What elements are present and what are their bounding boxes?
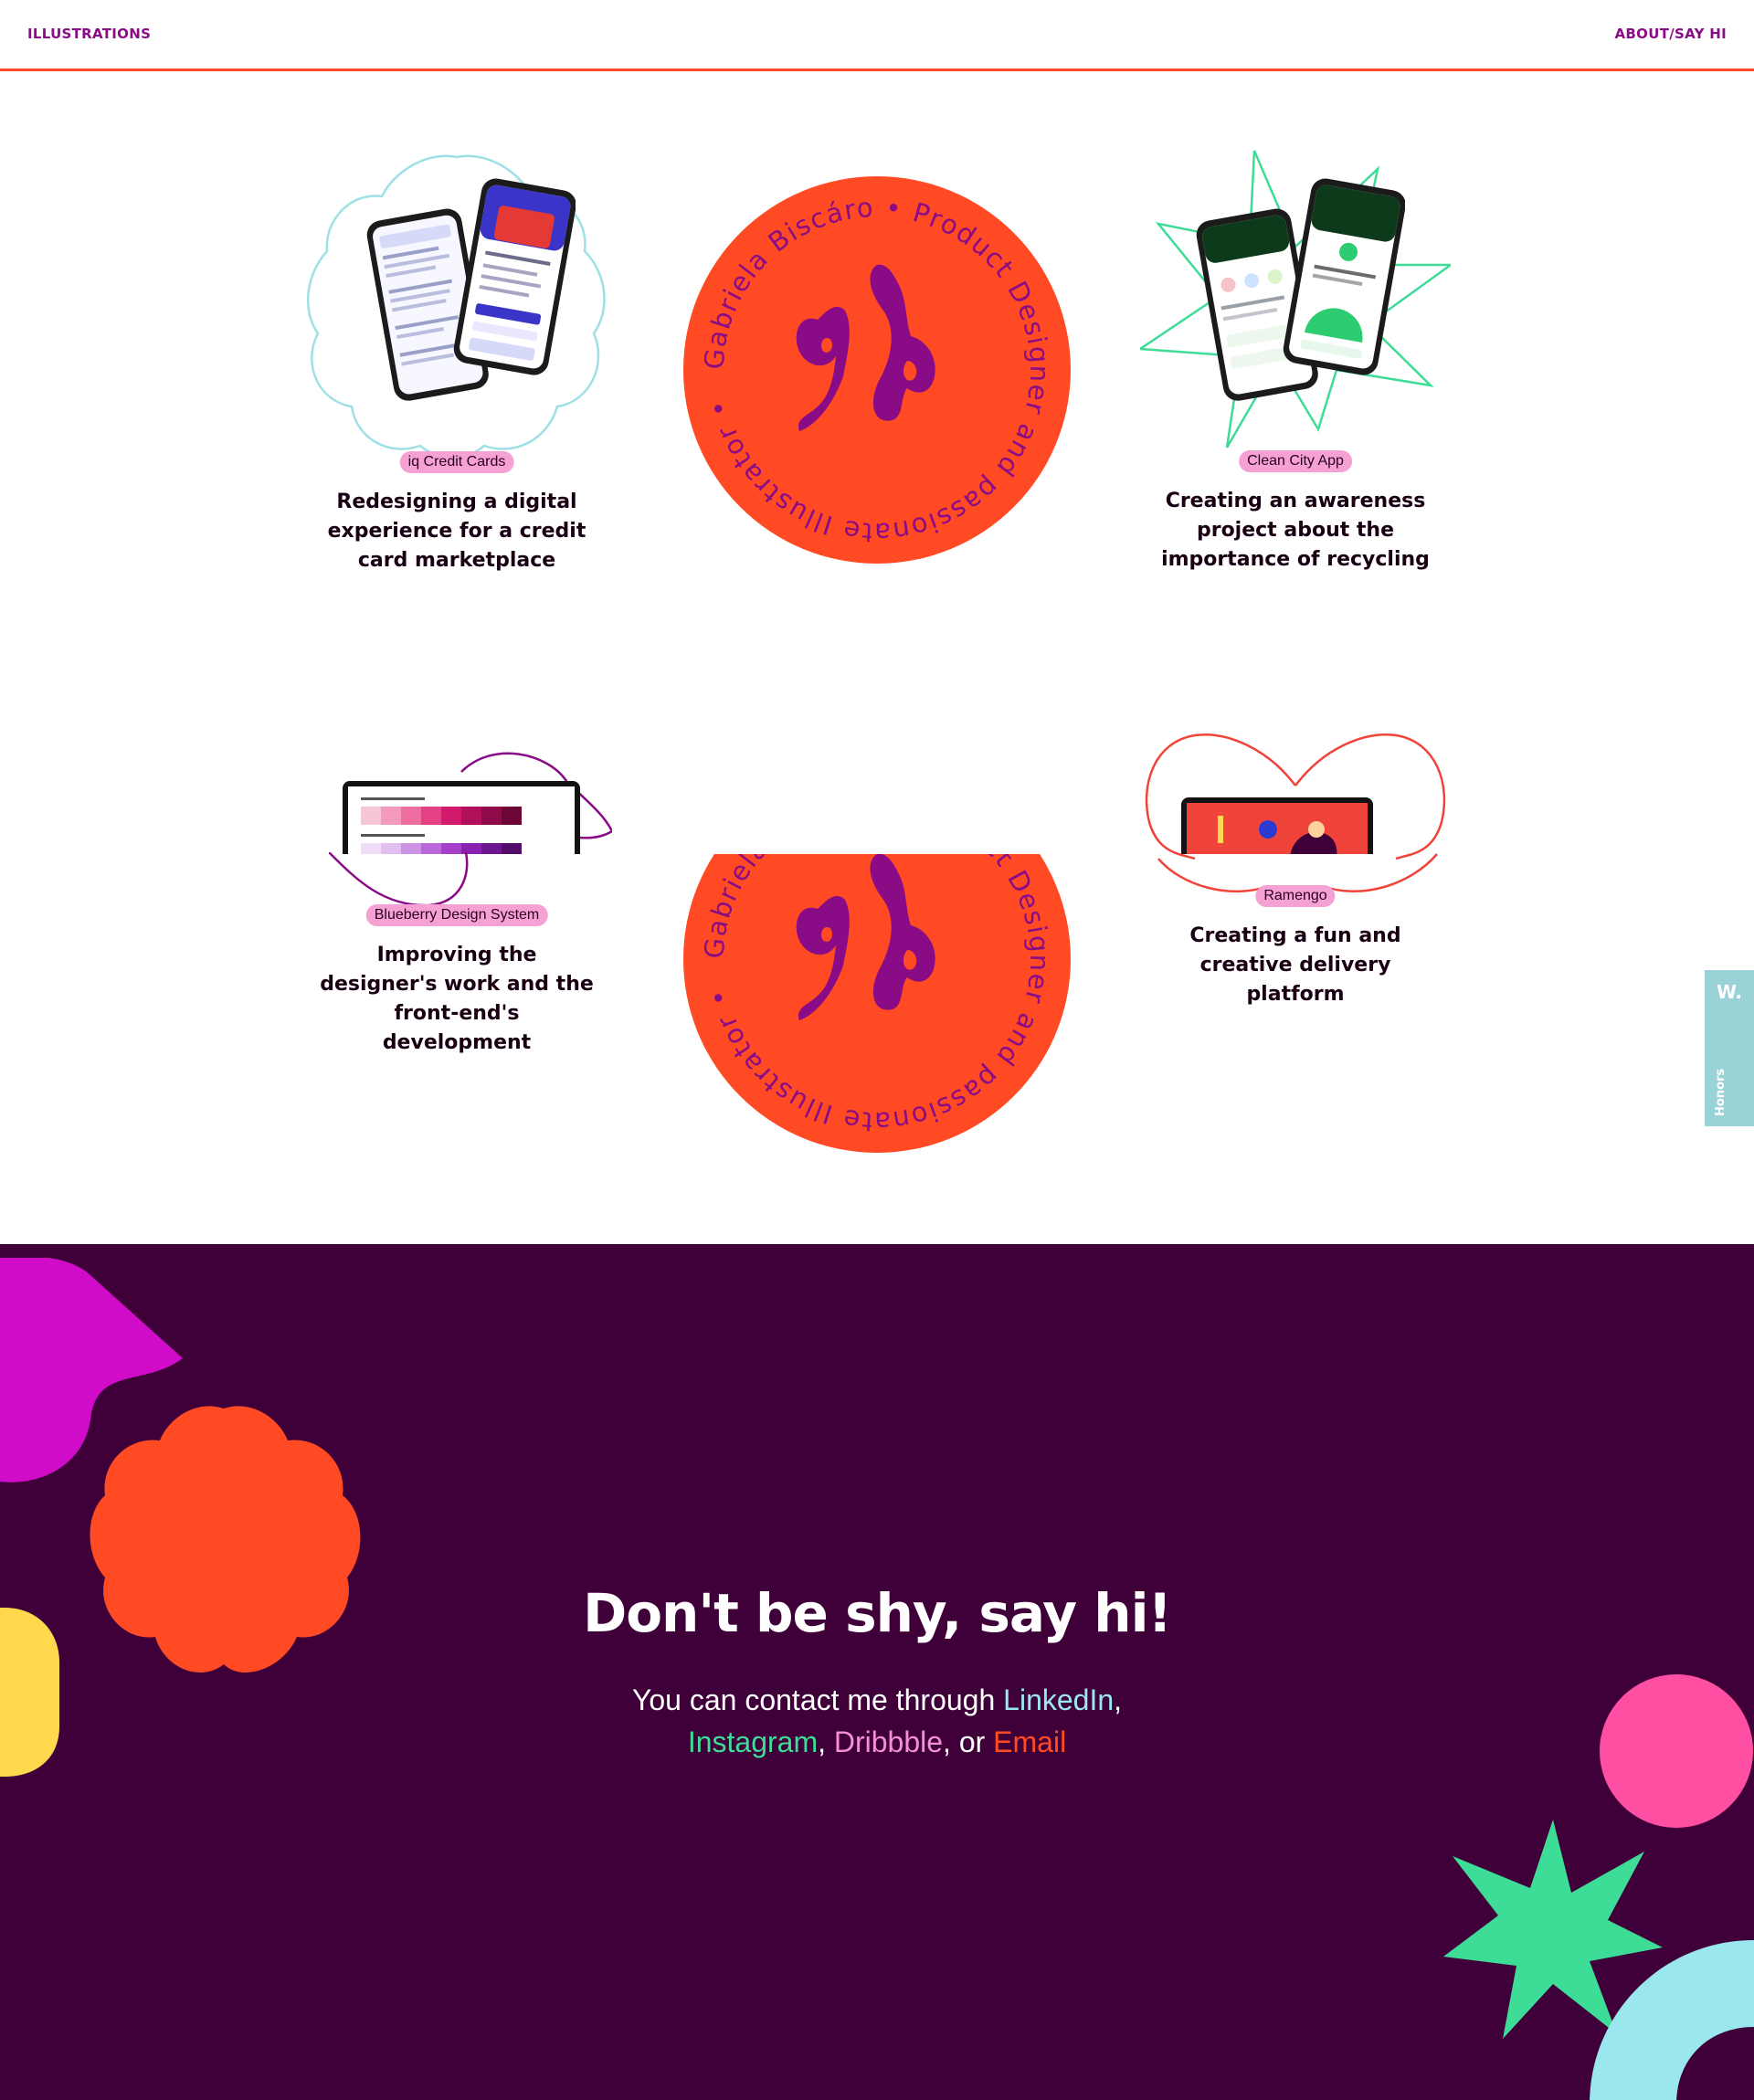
nav-link-illustrations[interactable]: ILLUSTRATIONS: [27, 26, 151, 42]
project-tag[interactable]: Blueberry Design System: [365, 904, 548, 926]
project-card-blueberry-design-system[interactable]: Blueberry Design System Improving the de…: [301, 744, 612, 1092]
ramengo-laptop-clip: [1181, 797, 1373, 854]
recycling-app-mockup: [1196, 178, 1405, 401]
project-title[interactable]: Improving the designer's work and the fr…: [301, 941, 612, 1058]
nav-link-about-say-hi[interactable]: ABOUT/SAY HI: [1615, 26, 1727, 42]
project-card-iq-credit-cards[interactable]: iq Credit Cards Redesigning a digital ex…: [301, 146, 612, 585]
project-card-clean-city-app[interactable]: Clean City App Creating an awareness pro…: [1140, 146, 1451, 585]
awwwards-w-logo: W.: [1716, 981, 1743, 1003]
project-tag[interactable]: iq Credit Cards: [399, 451, 514, 473]
project-title[interactable]: Creating an awareness project about the …: [1140, 487, 1451, 575]
card-art-clip: [301, 744, 612, 854]
design-system-laptop-mockup: [343, 781, 580, 854]
email-link[interactable]: Email: [993, 1725, 1066, 1758]
top-navigation: ILLUSTRATIONS ABOUT/SAY HI: [0, 0, 1754, 71]
contact-heading: Don't be shy, say hi!: [583, 1582, 1172, 1644]
gb-circular-badge-2-clip: Gabriela Biscáro • Product Designer and …: [681, 854, 1073, 1156]
credit-card-app-mockup: [366, 178, 576, 401]
instagram-link[interactable]: Instagram: [688, 1725, 818, 1758]
project-tag[interactable]: Ramengo: [1255, 885, 1336, 907]
project-card-ramengo[interactable]: Ramengo Creating a fun and creative deli…: [1140, 731, 1451, 1023]
gb-circular-badge-2: Gabriela Biscáro • Product Designer and …: [683, 854, 1071, 1153]
cyan-arc-shape: [1590, 1940, 1754, 2100]
linkedin-link[interactable]: LinkedIn: [1003, 1683, 1114, 1716]
honors-side-tab[interactable]: W. Honors: [1705, 970, 1754, 1126]
delivery-laptop-mockup: [1181, 797, 1373, 854]
project-title[interactable]: Redesigning a digital experience for a c…: [301, 488, 612, 575]
gb-circular-badge: Gabriela Biscáro • Product Designer and …: [683, 176, 1071, 564]
pink-circle-shape: [1600, 1674, 1753, 1828]
contact-footer: Don't be shy, say hi! You can contact me…: [0, 1244, 1754, 2100]
project-tag[interactable]: Clean City App: [1239, 450, 1352, 472]
project-title[interactable]: Creating a fun and creative delivery pla…: [1140, 922, 1451, 1009]
dribbble-link[interactable]: Dribbble: [834, 1725, 943, 1758]
contact-paragraph: You can contact me through LinkedIn, Ins…: [631, 1683, 1123, 1758]
honors-label: Honors: [1714, 1068, 1728, 1116]
